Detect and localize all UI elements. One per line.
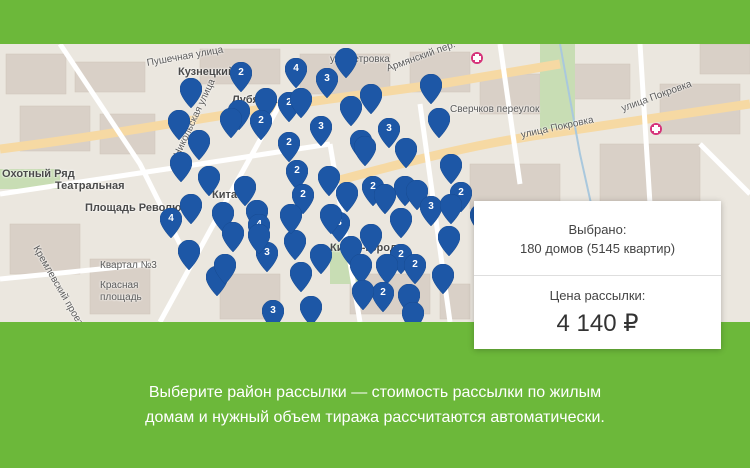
house-marker[interactable] [420, 74, 442, 104]
house-marker-count: 2 [286, 137, 292, 148]
house-marker[interactable] [280, 204, 302, 234]
house-marker-count: 3 [318, 121, 324, 132]
panel-divider [474, 275, 721, 276]
house-marker[interactable] [290, 88, 312, 118]
house-marker-count: 2 [238, 67, 244, 78]
house-marker[interactable]: 4 [285, 58, 307, 88]
house-marker[interactable]: 3 [316, 68, 338, 98]
label-kuznetsky: Кузнецкий [178, 66, 235, 78]
label-sverchkov: Сверчков переулок [450, 104, 540, 115]
house-marker-count: 3 [428, 201, 434, 212]
house-marker-count: 4 [168, 213, 174, 224]
house-marker[interactable] [360, 84, 382, 114]
house-marker[interactable] [354, 136, 376, 166]
label-ploshchad: площадь [100, 292, 142, 303]
house-marker[interactable] [290, 262, 312, 292]
house-marker-count: 3 [324, 73, 330, 84]
house-marker[interactable] [335, 48, 357, 78]
price-label: Цена рассылки: [549, 288, 646, 303]
selection-summary-panel: Выбрано: 180 домов (5145 квартир) Цена р… [474, 201, 721, 349]
house-marker-count: 3 [270, 305, 276, 316]
house-marker[interactable]: 2 [372, 282, 394, 312]
house-marker-count: 2 [294, 165, 300, 176]
house-marker-count: 2 [412, 259, 418, 270]
house-marker[interactable] [395, 138, 417, 168]
selected-value: 180 домов (5145 квартир) [519, 241, 676, 256]
house-marker-count: 2 [380, 287, 386, 298]
house-marker[interactable] [180, 194, 202, 224]
house-marker[interactable] [360, 224, 382, 254]
house-marker[interactable] [440, 154, 462, 184]
caption-line-2: домам и нужный объем тиража рассчитаются… [145, 409, 605, 426]
house-marker[interactable]: 2 [278, 132, 300, 162]
label-okhotny: Охотный Ряд [2, 168, 75, 180]
house-marker[interactable] [432, 264, 454, 294]
caption: Выберите район рассылки — стоимость расс… [0, 380, 750, 430]
house-marker-count: 2 [258, 115, 264, 126]
label-teatralnaya: Театральная [55, 180, 125, 192]
house-marker[interactable] [340, 96, 362, 126]
house-marker[interactable] [376, 254, 398, 284]
house-marker[interactable] [178, 240, 200, 270]
house-marker[interactable] [214, 254, 236, 284]
house-marker[interactable] [390, 208, 412, 238]
house-marker[interactable]: 3 [420, 196, 442, 226]
house-marker[interactable] [198, 166, 220, 196]
house-marker[interactable] [310, 244, 332, 274]
house-marker[interactable] [220, 108, 242, 138]
house-marker[interactable]: 2 [230, 62, 252, 92]
house-marker[interactable] [170, 152, 192, 182]
house-marker[interactable] [402, 302, 424, 322]
house-marker[interactable]: 4 [160, 208, 182, 238]
house-marker[interactable] [248, 224, 270, 254]
house-marker[interactable] [440, 194, 462, 224]
house-marker[interactable] [320, 204, 342, 234]
house-marker[interactable]: 2 [250, 110, 272, 140]
selected-label: Выбрано: [568, 222, 627, 237]
house-marker[interactable]: 3 [310, 116, 332, 146]
house-marker-count: 3 [386, 123, 392, 134]
house-marker-count: 4 [293, 63, 299, 74]
house-marker[interactable] [438, 226, 460, 256]
house-marker[interactable] [300, 296, 322, 322]
house-marker[interactable]: 2 [404, 254, 426, 284]
house-marker[interactable] [352, 280, 374, 310]
house-marker[interactable] [428, 108, 450, 138]
house-marker[interactable]: 3 [262, 300, 284, 322]
house-marker[interactable] [168, 110, 190, 140]
house-marker[interactable] [222, 222, 244, 252]
house-marker[interactable] [284, 230, 306, 260]
label-kvartal: Квартал №3 [100, 260, 157, 271]
price-value: 4 140 ₽ [556, 310, 639, 337]
label-krasnaya: Красная [100, 280, 139, 291]
house-marker-count: 2 [300, 189, 306, 200]
caption-line-1: Выберите район рассылки — стоимость расс… [148, 384, 602, 401]
house-marker[interactable] [180, 78, 202, 108]
